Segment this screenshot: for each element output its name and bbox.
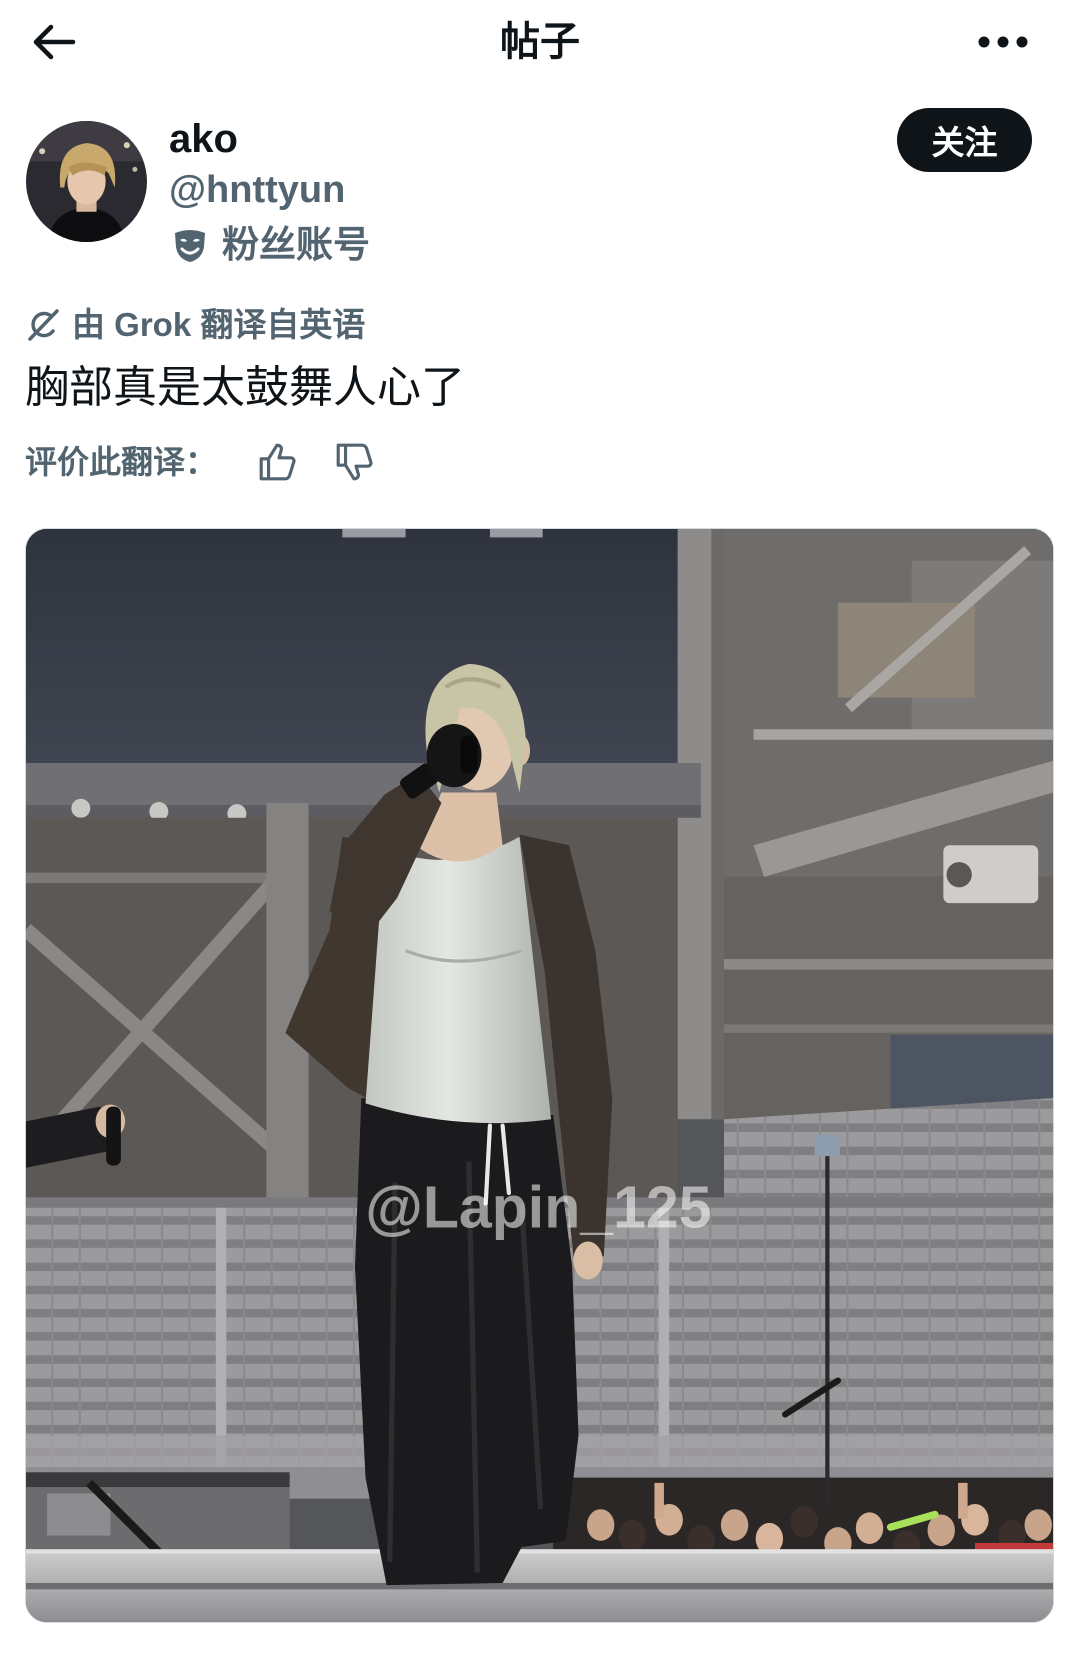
handheld-microphone (460, 735, 478, 774)
truss-crossbar (26, 872, 301, 884)
more-horizontal-icon (978, 36, 1028, 48)
avatar-light-dot (123, 142, 130, 149)
center-column-shadow (711, 529, 725, 1120)
thumbs-up-icon (259, 443, 296, 481)
arrow-left-shape (33, 24, 76, 60)
crowd-raised-arm (654, 1482, 664, 1519)
horizontal-beam-shadow (26, 805, 701, 818)
more-dot (997, 36, 1009, 48)
stage-rail-line (26, 1583, 1053, 1590)
post-text: 胸部真是太鼓舞人心了 (25, 363, 465, 412)
thumbs-down-button[interactable] (334, 441, 376, 483)
upper-railing (753, 729, 1053, 740)
follow-button[interactable]: 关注 (897, 108, 1032, 172)
stage-equipment-top (26, 1472, 290, 1488)
crowd-head (790, 1506, 818, 1538)
mask-body (175, 230, 205, 262)
photo-watermark: @Lapin_125 (365, 1175, 711, 1241)
fan-account-label: 粉丝账号 (222, 224, 370, 265)
thumbs-down-shape (336, 443, 373, 481)
author-display-name[interactable]: ako (169, 114, 238, 164)
back-button[interactable] (26, 18, 80, 66)
thumbs-down-group (336, 443, 373, 481)
crowd-head (1024, 1509, 1052, 1541)
seating-aisle (215, 1207, 227, 1468)
crowd-head (586, 1509, 615, 1541)
stage-rail-highlight (26, 1549, 1053, 1554)
theater-mask-shape (175, 230, 205, 262)
seating-aisle (658, 1207, 670, 1468)
thumbs-down-icon (336, 443, 373, 481)
side-performer-microphone (106, 1106, 121, 1166)
camera-lens (946, 862, 972, 888)
performer-left-hand (573, 1241, 603, 1280)
right-railing (724, 959, 1053, 970)
horizontal-beam (26, 762, 701, 808)
more-dot (1016, 36, 1028, 48)
right-railing (724, 1024, 1053, 1033)
theater-mask-icon (172, 227, 208, 263)
grok-shape (28, 309, 59, 341)
crowd-head (855, 1512, 884, 1545)
avatar-image (26, 121, 147, 242)
author-handle[interactable]: @hnttyun (169, 165, 345, 215)
beam-light (71, 798, 91, 818)
rate-translation-label: 评价此翻译： (25, 444, 218, 480)
roof-light (489, 529, 543, 538)
concert-photo: @Lapin_125 (26, 529, 1053, 1622)
more-dot (978, 36, 990, 48)
post-media-image[interactable]: @Lapin_125 (25, 528, 1054, 1623)
arrow-left-icon (33, 24, 76, 60)
thumbs-up-button[interactable] (257, 441, 299, 483)
roof-light (342, 529, 406, 538)
grok-icon (25, 307, 61, 343)
crowd-raised-arm (958, 1482, 968, 1519)
avatar[interactable] (26, 121, 147, 242)
page-title: 帖子 (500, 20, 580, 64)
stage-lamp (814, 1135, 841, 1157)
more-button[interactable] (972, 22, 1036, 62)
crowd-head (618, 1519, 646, 1552)
avatar-light-dot (39, 148, 46, 155)
avatar-light-dot (132, 166, 138, 172)
translation-notice: 由 Grok 翻译自英语 (72, 306, 366, 343)
crowd-head (720, 1509, 749, 1541)
thumbs-up-shape (259, 443, 296, 481)
